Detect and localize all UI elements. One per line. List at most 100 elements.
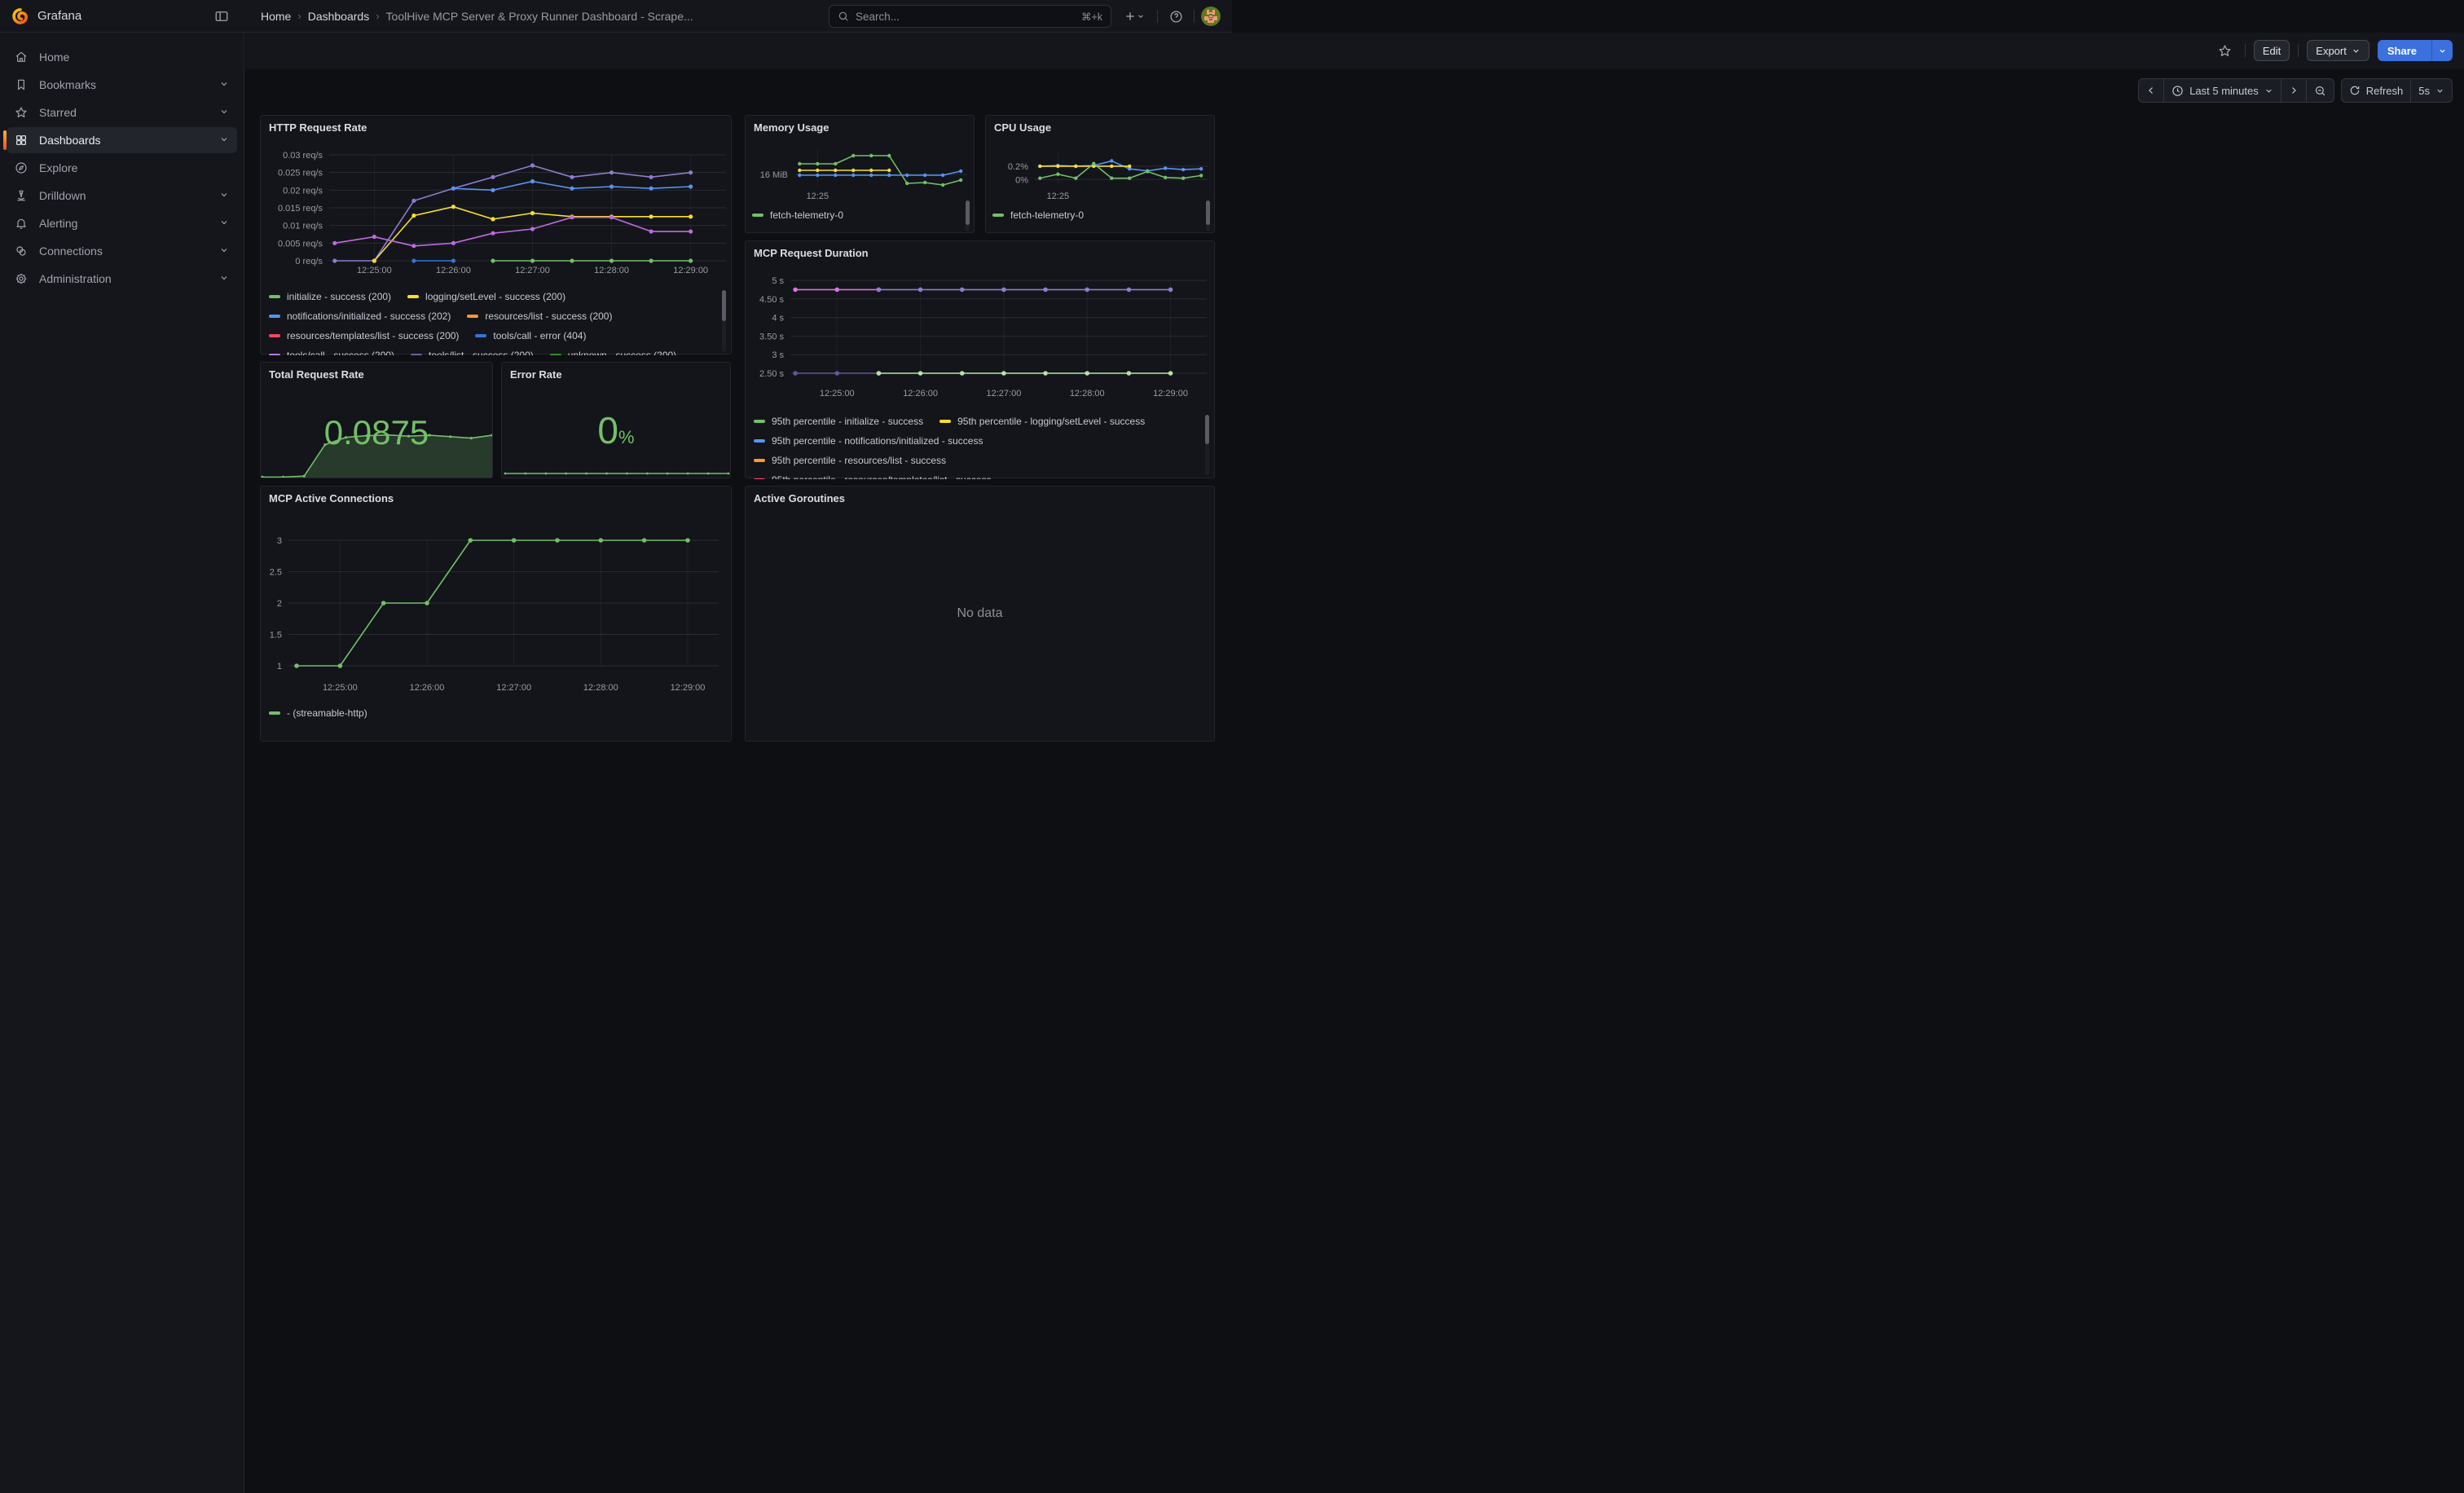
panel-mcp-request-duration: 5 s4.50 s4 s3.50 s3 s2.50 s12:25:0012:26… [745, 240, 1215, 478]
legend-item[interactable]: - (streamable-http) [269, 707, 367, 719]
legend-color-pill [411, 354, 422, 355]
legend-color-pill [269, 315, 280, 318]
legend-item[interactable]: 95th percentile - resources/list - succe… [754, 455, 946, 466]
legend-item[interactable]: 95th percentile - logging/setLevel - suc… [939, 416, 1145, 427]
chevron-down-icon[interactable] [219, 272, 229, 285]
favorite-star-button[interactable] [2214, 39, 2237, 62]
legend-item[interactable]: unknown - success (200) [550, 350, 676, 355]
svg-text:12:28:00: 12:28:00 [583, 683, 618, 693]
panel-title[interactable]: Error Rate [510, 368, 562, 381]
refresh-interval-picker[interactable]: 5s [2410, 79, 2452, 102]
legend-item[interactable]: notifications/initialized - success (202… [269, 310, 451, 322]
error-rate-value: 0% [502, 408, 730, 452]
divider [1194, 10, 1195, 23]
add-button[interactable] [1118, 5, 1151, 28]
sidebar-item-label: Alerting [39, 217, 219, 230]
time-range-label: Last 5 minutes [2189, 85, 2259, 97]
panel-title[interactable]: Total Request Rate [269, 368, 364, 381]
sidebar-item-bookmarks[interactable]: Bookmarks [7, 72, 237, 98]
legend-item[interactable]: tools/call - error (404) [475, 330, 586, 341]
chevron-down-icon[interactable] [219, 217, 229, 230]
sidebar-item-administration[interactable]: Administration [7, 266, 237, 292]
legend-row: notifications/initialized - success (202… [269, 310, 714, 323]
share-button-label[interactable]: Share [2378, 40, 2427, 61]
brand-area: Grafana [0, 0, 244, 32]
grafana-logo[interactable] [11, 7, 29, 25]
breadcrumb-home[interactable]: Home [261, 10, 291, 23]
divider [1157, 10, 1158, 23]
legend-item[interactable]: initialize - success (200) [269, 291, 391, 302]
legend-scrollbar[interactable] [966, 200, 970, 225]
sidebar-item-connections[interactable]: Connections [7, 238, 237, 264]
svg-text:12:25:00: 12:25:00 [323, 683, 358, 693]
legend-scrollbar[interactable] [1206, 200, 1210, 225]
legend-color-pill [407, 295, 419, 298]
legend-item[interactable]: resources/list - success (200) [467, 310, 612, 322]
legend-item-label: 95th percentile - resources/templates/li… [772, 474, 991, 479]
sidebar-item-label: Starred [39, 106, 219, 119]
user-avatar[interactable] [1201, 7, 1221, 26]
legend-item[interactable]: tools/call - success (200) [269, 350, 394, 355]
mcp-active-connections-chart[interactable]: 32.521.5112:25:0012:26:0012:27:0012:28:0… [261, 487, 731, 741]
sidebar-toggle-icon[interactable] [210, 5, 233, 28]
breadcrumb-dashboards[interactable]: Dashboards [308, 10, 370, 23]
svg-text:2.5: 2.5 [270, 568, 282, 578]
sidebar-item-label: Explore [39, 161, 229, 174]
home-icon [15, 51, 28, 64]
share-dropdown-button[interactable] [2431, 40, 2453, 61]
legend-item[interactable]: fetch-telemetry-0 [992, 209, 1084, 221]
refresh-button[interactable]: Refresh [2342, 79, 2411, 102]
svg-text:0.01 req/s: 0.01 req/s [283, 222, 323, 231]
legend-row: resources/templates/list - success (200)… [269, 329, 714, 342]
sidebar-item-home[interactable]: Home [7, 44, 237, 70]
sidebar-nav: Home Bookmarks Starred Dashboards [0, 33, 244, 1493]
chevron-down-icon [2352, 46, 2361, 55]
breadcrumb-current: ToolHive MCP Server & Proxy Runner Dashb… [386, 10, 693, 23]
sidebar-item-dashboards[interactable]: Dashboards [7, 127, 237, 153]
chevron-down-icon[interactable] [219, 78, 229, 91]
zoom-out-button[interactable] [2306, 79, 2334, 102]
panel-title[interactable]: Memory Usage [754, 121, 829, 134]
chevron-down-icon [2438, 46, 2447, 55]
legend-row: initialize - success (200) logging/setLev… [269, 290, 714, 303]
legend-item[interactable]: resources/templates/list - success (200) [269, 330, 459, 341]
dashboard-toolbar: Edit Export Share [245, 33, 2464, 68]
svg-text:12:29:00: 12:29:00 [1153, 389, 1188, 399]
legend-item[interactable]: 95th percentile - notifications/initiali… [754, 435, 983, 447]
panel-title[interactable]: MCP Active Connections [269, 492, 394, 504]
time-range-picker[interactable]: Last 5 minutes [2163, 79, 2281, 102]
time-shift-forward-button[interactable] [2281, 79, 2306, 102]
search-input[interactable]: Search... ⌘+k [829, 5, 1111, 28]
panel-title[interactable]: HTTP Request Rate [269, 121, 367, 134]
legend-scrollbar[interactable] [1205, 415, 1209, 444]
panel-cpu-usage: 0.2%0%12:25 CPU Usage fetch-telemetry-0 [985, 115, 1215, 233]
legend-scrollbar[interactable] [722, 290, 726, 321]
sidebar-item-explore[interactable]: Explore [7, 155, 237, 181]
connections-legend: - (streamable-http) [269, 707, 714, 726]
export-button[interactable]: Export [2307, 40, 2369, 61]
legend-item[interactable]: 95th percentile - initialize - success [754, 416, 923, 427]
search-icon [838, 11, 849, 22]
top-nav-bar: Grafana Home › Dashboards › ToolHive MCP… [0, 0, 1232, 33]
panel-title[interactable]: CPU Usage [994, 121, 1051, 134]
sidebar-item-drilldown[interactable]: Drilldown [7, 183, 237, 209]
legend-item[interactable]: 95th percentile - resources/templates/li… [754, 474, 991, 479]
sidebar-item-starred[interactable]: Starred [7, 99, 237, 126]
divider [2245, 44, 2246, 57]
legend-item[interactable]: tools/list - success (200) [411, 350, 534, 355]
chevron-down-icon[interactable] [219, 134, 229, 147]
chevron-down-icon[interactable] [219, 106, 229, 119]
help-icon[interactable] [1164, 5, 1187, 28]
svg-text:0%: 0% [1015, 175, 1028, 185]
legend-item-label: unknown - success (200) [568, 350, 676, 355]
chevron-down-icon[interactable] [219, 189, 229, 202]
share-button[interactable]: Share [2378, 40, 2453, 61]
panel-http-request-rate: 0 req/s0.005 req/s0.01 req/s0.015 req/s0… [260, 115, 732, 355]
sidebar-item-alerting[interactable]: Alerting [7, 210, 237, 236]
edit-button[interactable]: Edit [2254, 40, 2290, 61]
legend-item[interactable]: fetch-telemetry-0 [752, 209, 843, 221]
chevron-down-icon[interactable] [219, 244, 229, 258]
time-shift-back-button[interactable] [2139, 79, 2163, 102]
legend-item[interactable]: logging/setLevel - success (200) [407, 291, 565, 302]
panel-title[interactable]: MCP Request Duration [754, 247, 869, 259]
